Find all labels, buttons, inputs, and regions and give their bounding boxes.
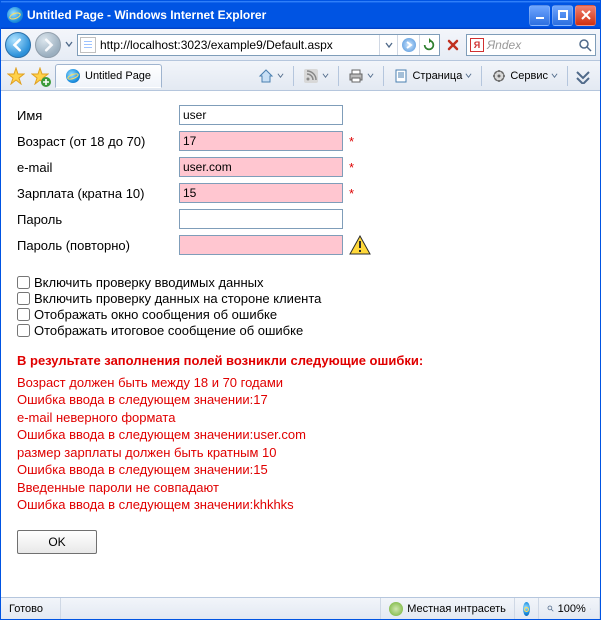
print-button[interactable] — [343, 64, 379, 88]
check-summary[interactable] — [17, 324, 30, 337]
minimize-button[interactable] — [529, 5, 550, 26]
name-field[interactable] — [179, 105, 343, 125]
error-header: В результате заполнения полей возникли с… — [17, 352, 584, 370]
refresh-button[interactable] — [419, 35, 437, 55]
feeds-button[interactable] — [298, 64, 334, 88]
error-line: Ошибка ввода в следующем значении:khkhks — [17, 496, 584, 514]
page-content: Имя Возраст (от 18 до 70) * e-mail * Зар… — [1, 91, 600, 597]
email-asterisk: * — [349, 160, 354, 175]
url-dropdown[interactable] — [379, 35, 397, 55]
add-favorite-icon[interactable] — [31, 67, 49, 85]
error-line: e-mail неверного формата — [17, 409, 584, 427]
ok-button[interactable]: OK — [17, 530, 97, 554]
address-bar — [77, 34, 440, 56]
error-line: Ошибка ввода в следующем значении:15 — [17, 461, 584, 479]
error-line: Ошибка ввода в следующем значении:17 — [17, 391, 584, 409]
ie-small-icon — [523, 602, 530, 616]
email-label: e-mail — [17, 160, 179, 175]
check-msgbox-label: Отображать окно сообщения об ошибке — [34, 307, 277, 322]
forward-button[interactable] — [35, 32, 61, 58]
check-msgbox[interactable] — [17, 308, 30, 321]
error-line: Введенные пароли не совпадают — [17, 479, 584, 497]
zoom-dropdown-icon — [590, 605, 591, 613]
yandex-icon: Я — [470, 38, 484, 52]
go-button[interactable] — [397, 35, 419, 55]
age-asterisk: * — [349, 134, 354, 149]
password-field[interactable] — [179, 209, 343, 229]
salary-label: Зарплата (кратна 10) — [17, 186, 179, 201]
zoom-label: 100% — [558, 603, 586, 615]
page-icon — [80, 37, 96, 53]
error-line: Возраст должен быть между 18 и 70 годами — [17, 374, 584, 392]
error-line: Ошибка ввода в следующем значении:user.c… — [17, 426, 584, 444]
window-title: Untitled Page - Windows Internet Explore… — [27, 8, 527, 22]
error-line: размер зарплаты должен быть кратным 10 — [17, 444, 584, 462]
zone-icon — [389, 602, 403, 616]
toolbar-right: Страница Сервис — [253, 64, 594, 88]
ie-window: Untitled Page - Windows Internet Explore… — [0, 0, 601, 620]
status-zone-label: Местная интрасеть — [407, 603, 506, 615]
favorites-icon[interactable] — [7, 67, 25, 85]
page-menu[interactable]: Страница — [388, 64, 477, 88]
check-client-label: Включить проверку данных на стороне клие… — [34, 291, 321, 306]
tab-label: Untitled Page — [85, 70, 151, 82]
status-protected — [515, 598, 539, 619]
check-client[interactable] — [17, 292, 30, 305]
password2-label: Пароль (повторно) — [17, 238, 179, 253]
statusbar: Готово Местная интрасеть 100% — [1, 597, 600, 619]
check-validate[interactable] — [17, 276, 30, 289]
password2-field[interactable] — [179, 235, 343, 255]
url-input[interactable] — [100, 36, 379, 54]
stop-button[interactable] — [444, 35, 462, 55]
close-button[interactable] — [575, 5, 596, 26]
warning-icon — [349, 235, 371, 255]
back-button[interactable] — [5, 32, 31, 58]
tools-menu[interactable]: Сервис — [486, 64, 563, 88]
tab[interactable]: Untitled Page — [55, 64, 162, 88]
name-label: Имя — [17, 108, 179, 123]
maximize-button[interactable] — [552, 5, 573, 26]
password-label: Пароль — [17, 212, 179, 227]
error-summary: В результате заполнения полей возникли с… — [17, 352, 584, 514]
search-placeholder: Яndex — [487, 38, 578, 52]
ie-icon — [7, 7, 23, 23]
nav-toolbar: Я Яndex — [1, 29, 600, 61]
age-field[interactable] — [179, 131, 343, 151]
home-button[interactable] — [253, 64, 289, 88]
status-ready: Готово — [1, 598, 61, 619]
check-validate-label: Включить проверку вводимых данных — [34, 275, 263, 290]
tab-page-icon — [66, 69, 80, 83]
checkbox-group: Включить проверку вводимых данных Включи… — [17, 275, 584, 338]
history-dropdown[interactable] — [65, 39, 73, 51]
tools-menu-label: Сервис — [510, 70, 548, 82]
tab-toolbar: Untitled Page Страница — [1, 61, 600, 91]
search-bar[interactable]: Я Яndex — [466, 34, 596, 56]
email-field[interactable] — [179, 157, 343, 177]
zoom-control[interactable]: 100% — [539, 598, 600, 619]
salary-field[interactable] — [179, 183, 343, 203]
salary-asterisk: * — [349, 186, 354, 201]
search-icon[interactable] — [578, 38, 592, 52]
toolbar-chevron[interactable] — [572, 64, 594, 88]
check-summary-label: Отображать итоговое сообщение об ошибке — [34, 323, 303, 338]
status-zone: Местная интрасеть — [381, 598, 515, 619]
zoom-icon — [547, 605, 554, 612]
titlebar: Untitled Page - Windows Internet Explore… — [1, 1, 600, 29]
page-menu-label: Страница — [412, 70, 462, 82]
age-label: Возраст (от 18 до 70) — [17, 134, 179, 149]
